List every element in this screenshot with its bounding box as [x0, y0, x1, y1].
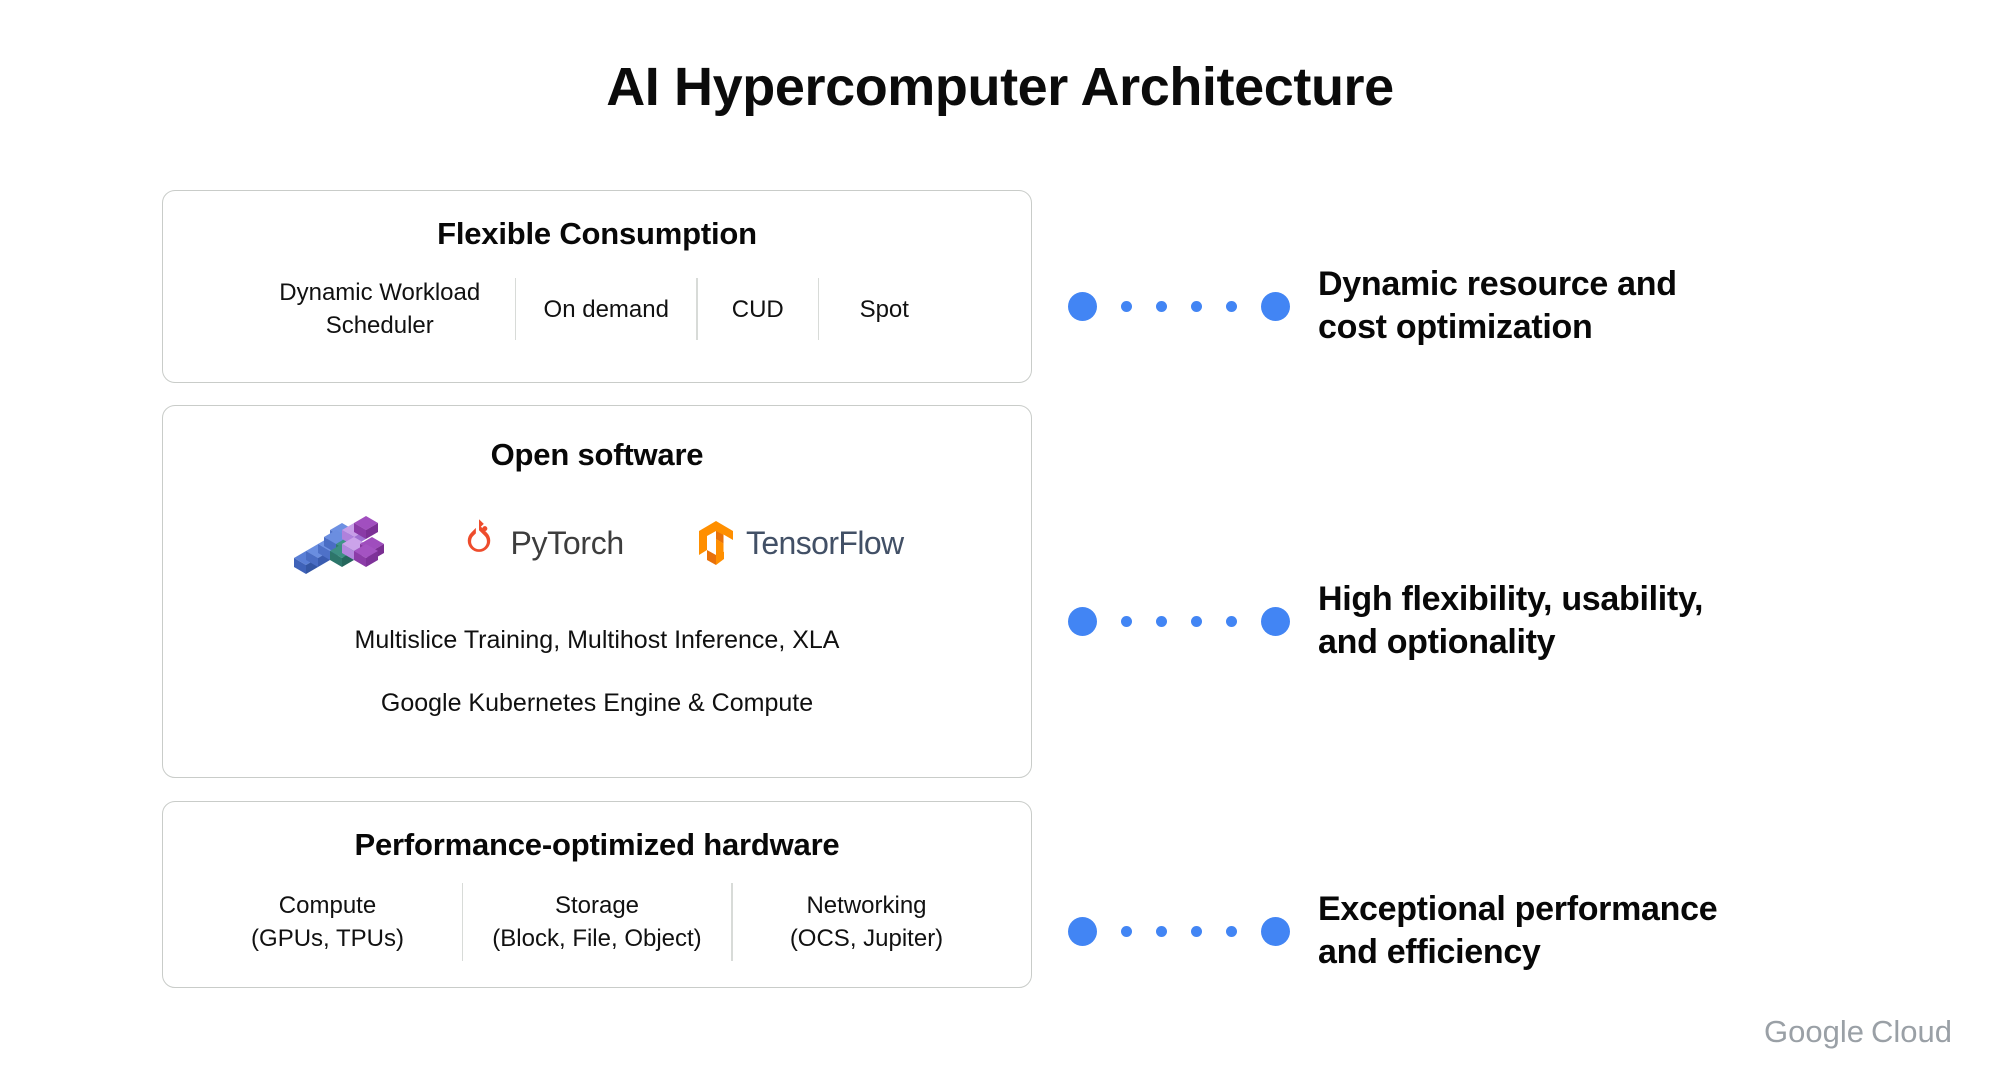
watermark-product: Cloud [1871, 1014, 1952, 1049]
benefit-exceptional-performance: Exceptional performance and efficiency [1068, 888, 1718, 974]
card-flexible-consumption-items: Dynamic Workload Scheduler On demand CUD… [163, 274, 1031, 344]
pytorch-logo-label: PyTorch [510, 524, 624, 561]
connector-dot-large-right [1261, 606, 1290, 636]
connector-dot-small [1226, 300, 1237, 312]
card-flexible-consumption-title: Flexible Consumption [437, 216, 757, 251]
google-cloud-watermark: Google Cloud [1764, 1014, 1952, 1050]
open-software-detail-lines: Multislice Training, Multihost Inference… [163, 625, 1031, 720]
tensorflow-logo [696, 519, 736, 567]
pytorch-logo-wrapper: PyTorch [458, 518, 624, 568]
connector-dot-large-right [1261, 916, 1290, 946]
item-spot: Spot [859, 295, 909, 323]
connector-dot-small [1121, 925, 1132, 937]
benefit-dynamic-resource-text: Dynamic resource and cost optimization [1318, 265, 1677, 347]
card-flexible-consumption: Flexible Consumption Dynamic Workload Sc… [162, 190, 1032, 383]
connector-dot-large-left [1068, 916, 1097, 946]
item-storage: Storage (Block, File, Object) [492, 892, 702, 953]
pytorch-logo [458, 518, 500, 568]
benefit-high-flexibility-text: High flexibility, usability, and optiona… [1318, 580, 1704, 662]
item-networking: Networking (OCS, Jupiter) [789, 892, 944, 953]
watermark-brand: Google [1764, 1014, 1864, 1049]
item-compute: Compute (GPUs, TPUs) [251, 892, 404, 953]
connector-dot-large-right [1261, 291, 1290, 321]
connector-dot-small [1191, 925, 1202, 937]
jax-logo [290, 508, 386, 578]
connector-dot-small [1121, 300, 1132, 312]
connector-dot-small [1156, 615, 1167, 627]
card-open-software: Open software PyTorch TensorFlow Multisl… [162, 405, 1032, 778]
connector-dot-small [1156, 300, 1167, 312]
connector-dot-large-left [1068, 291, 1097, 321]
connector-dot-small [1226, 615, 1237, 627]
card-performance-optimized-hardware-items: Compute (GPUs, TPUs) Storage (Block, Fil… [163, 883, 1031, 962]
connector-dots [1068, 291, 1290, 321]
card-open-software-title: Open software [490, 437, 704, 472]
open-software-logo-row: PyTorch TensorFlow [290, 507, 904, 579]
open-software-line-frameworks: Multislice Training, Multihost Inference… [354, 626, 840, 655]
benefit-high-flexibility: High flexibility, usability, and optiona… [1068, 578, 1703, 664]
connector-dot-large-left [1068, 606, 1097, 636]
item-cud: CUD [731, 295, 784, 323]
item-dynamic-workload-scheduler: Dynamic Workload Scheduler [279, 279, 481, 340]
connector-dot-small [1191, 615, 1202, 627]
card-performance-optimized-hardware: Performance-optimized hardware Compute (… [162, 801, 1032, 988]
connector-dot-small [1226, 925, 1237, 937]
benefit-exceptional-performance-text: Exceptional performance and efficiency [1318, 890, 1718, 972]
connector-dots [1068, 916, 1290, 946]
jax-logo-wrapper [290, 508, 386, 578]
connector-dot-small [1156, 925, 1167, 937]
page-title: AI Hypercomputer Architecture [606, 57, 1394, 117]
connector-dot-small [1191, 300, 1202, 312]
connector-dots [1068, 606, 1290, 636]
tensorflow-logo-wrapper: TensorFlow [696, 519, 904, 567]
tensorflow-logo-label: TensorFlow [745, 524, 904, 561]
architecture-layer-stack: Flexible Consumption Dynamic Workload Sc… [162, 190, 1032, 988]
card-performance-optimized-hardware-title: Performance-optimized hardware [354, 827, 840, 862]
benefit-dynamic-resource: Dynamic resource and cost optimization [1068, 263, 1677, 349]
open-software-line-platform: Google Kubernetes Engine & Compute [380, 689, 814, 718]
item-on-demand: On demand [543, 295, 669, 323]
connector-dot-small [1121, 615, 1132, 627]
